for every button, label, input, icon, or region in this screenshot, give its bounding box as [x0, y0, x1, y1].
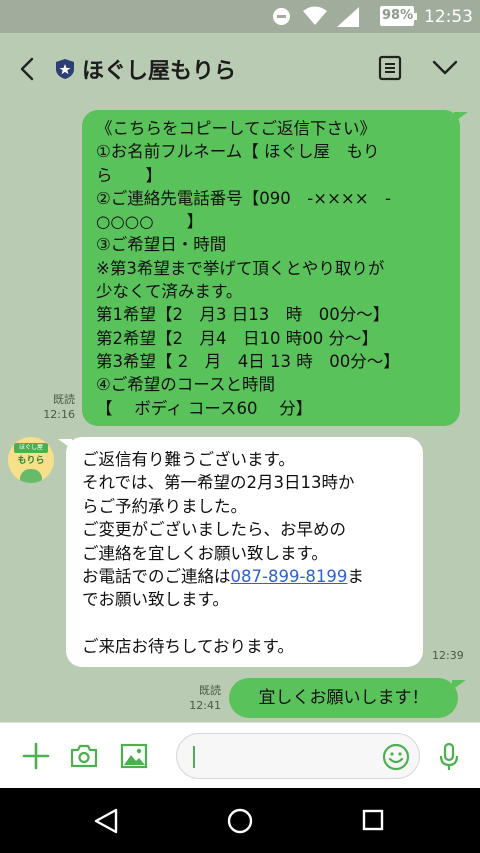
- wifi-icon: [303, 6, 327, 25]
- system-nav-bar: [0, 788, 480, 853]
- camera-icon[interactable]: [70, 743, 98, 769]
- message-line: ※第3希望まで挙げて頂くとやり取りが: [96, 258, 385, 278]
- avatar-label: ほぐし屋: [14, 443, 48, 453]
- phone-prefix: お電話でのご連絡は: [82, 567, 231, 587]
- avatar[interactable]: ほぐし屋 もりら: [8, 437, 54, 483]
- message-time: 12:41: [189, 699, 221, 712]
- message-line: ご連絡を宜しくお願い致します。: [82, 543, 328, 563]
- emoji-icon[interactable]: [382, 743, 410, 771]
- outgoing-message[interactable]: 《こちらをコピーしてご返信下さい》 ①お名前フルネーム【 ほぐし屋 もり ら 】…: [82, 110, 468, 426]
- avatar-figure-icon: [20, 469, 42, 483]
- status-bar: 98% 12:53: [0, 0, 480, 33]
- message-line: ○○○○ 】: [96, 212, 204, 232]
- phone-suffix: ま: [347, 567, 364, 587]
- nav-back-icon[interactable]: [94, 808, 118, 834]
- message-line: 第3希望【 2 月 4日 13 時 00分〜】: [96, 351, 400, 371]
- message-time: 12:16: [43, 408, 75, 421]
- phone-link[interactable]: 087-899-8199: [231, 567, 348, 586]
- message-line: ご返信有り難うございます。: [82, 450, 295, 469]
- message-line: ②ご連絡先電話番号【090 -×××× -: [96, 188, 391, 208]
- message-line: ①お名前フルネーム【 ほぐし屋 もり: [96, 142, 380, 162]
- message-line: それでは、第一希望の2月3日13時か: [82, 473, 355, 493]
- incoming-message[interactable]: ご返信有り難うございます。 それでは、第一希望の2月3日13時か らご予約承りま…: [58, 437, 423, 667]
- message-line: らご予約承りました。: [82, 496, 247, 516]
- signal-icon: [337, 7, 359, 27]
- read-receipt: 既読 12:16: [41, 392, 75, 422]
- shield-star-icon: [56, 59, 74, 79]
- nav-home-icon[interactable]: [227, 808, 253, 834]
- message-line: ご来店お待ちしております。: [82, 637, 294, 657]
- read-receipt: 既読 12:41: [185, 683, 221, 713]
- read-label: 既読: [53, 393, 75, 406]
- message-time: 12:39: [432, 649, 464, 662]
- message-line: ③ご希望日・時間: [96, 235, 227, 255]
- message-line: ④ご希望のコースと時間: [96, 375, 275, 395]
- do-not-disturb-icon: [273, 8, 290, 25]
- nav-recent-icon[interactable]: [362, 809, 384, 831]
- read-label: 既読: [199, 684, 221, 697]
- clock: 12:53: [424, 7, 473, 27]
- chat-title: ほぐし屋もりら: [82, 59, 237, 84]
- text-caret: [193, 746, 195, 768]
- image-icon[interactable]: [120, 743, 148, 769]
- back-arrow-icon[interactable]: [14, 55, 42, 83]
- input-bar: [0, 722, 480, 788]
- mic-icon[interactable]: [438, 742, 460, 772]
- chevron-down-icon[interactable]: [432, 59, 458, 77]
- message-line: でお願い致します。: [82, 590, 229, 610]
- message-line: 第2希望【2 月4 日10 時00 分〜】: [96, 328, 378, 348]
- message-line: お電話でのご連絡は087-899-8199ま: [82, 565, 407, 588]
- outgoing-message[interactable]: 宜しくお願いします！: [229, 678, 466, 718]
- message-line: 《こちらをコピーしてご返信下さい》: [96, 119, 377, 138]
- notes-icon[interactable]: [378, 55, 402, 81]
- chat-header: ほぐし屋もりら: [0, 33, 480, 104]
- avatar-name: もりら: [17, 456, 45, 466]
- message-line: 【 ボディ コース60 分】: [96, 398, 313, 418]
- message-line: ご変更がございましたら、お早めの: [82, 520, 346, 540]
- message-line: 少なくて済みます。: [96, 282, 243, 302]
- message-line: 第1希望【2 月3 日13 時 00分〜】: [96, 305, 390, 325]
- battery-indicator: 98%: [380, 6, 417, 26]
- plus-icon[interactable]: [22, 742, 50, 770]
- message-line: ら 】: [96, 165, 162, 185]
